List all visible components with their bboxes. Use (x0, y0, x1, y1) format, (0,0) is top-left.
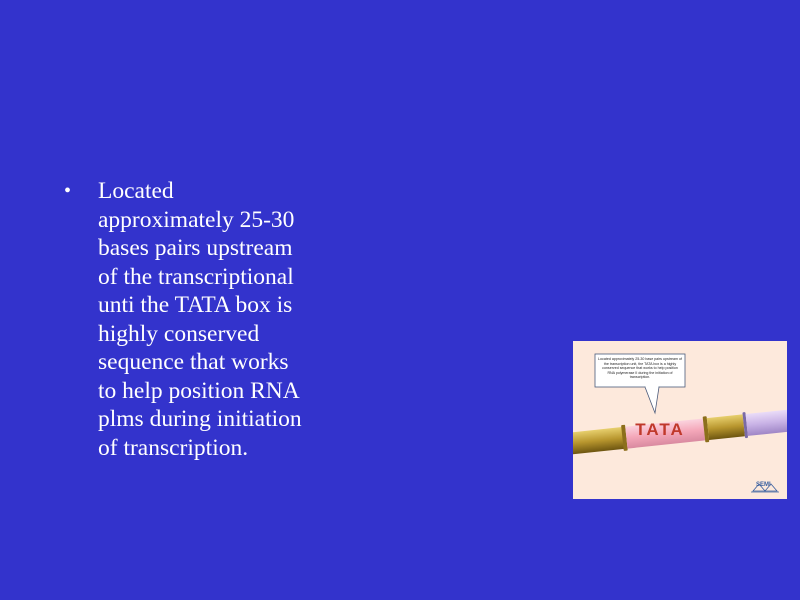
bullet-list: • Located approximately 25-30 bases pair… (62, 177, 352, 462)
bullet-item: • Located approximately 25-30 bases pair… (62, 177, 352, 462)
bullet-dot-icon: • (64, 180, 72, 202)
logo-text: SEMI (756, 482, 771, 488)
bullet-text: Located approximately 25-30 bases pairs … (98, 178, 302, 461)
tata-box-label: TATA (635, 420, 685, 439)
tata-box-figure: Located approximately 25-30 base pairs u… (573, 341, 787, 499)
callout-text: Located approximately 25-30 base pairs u… (598, 357, 682, 380)
slide: • Located approximately 25-30 bases pair… (0, 0, 800, 600)
